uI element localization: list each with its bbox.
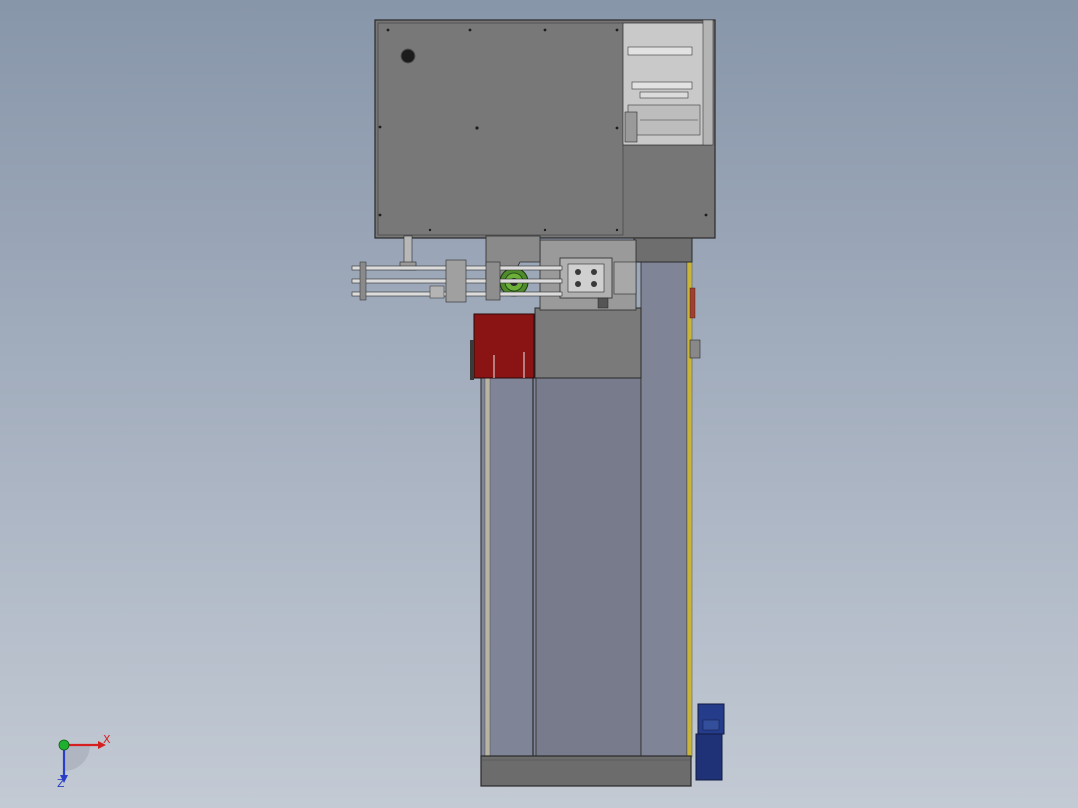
base-plate[interactable] <box>480 755 692 787</box>
view-orientation-triad[interactable] <box>58 739 106 783</box>
drive-motor[interactable] <box>695 703 725 781</box>
red-safety-cover[interactable] <box>470 313 535 380</box>
triad-x-label: X <box>103 733 111 746</box>
triad-z-label: Z <box>57 777 65 790</box>
cabinet-knob-icon[interactable] <box>400 48 416 64</box>
cabinet-side-mechanism[interactable] <box>622 19 714 146</box>
model-drawing[interactable] <box>0 0 1078 808</box>
cad-viewport[interactable]: X Z <box>0 0 1078 808</box>
